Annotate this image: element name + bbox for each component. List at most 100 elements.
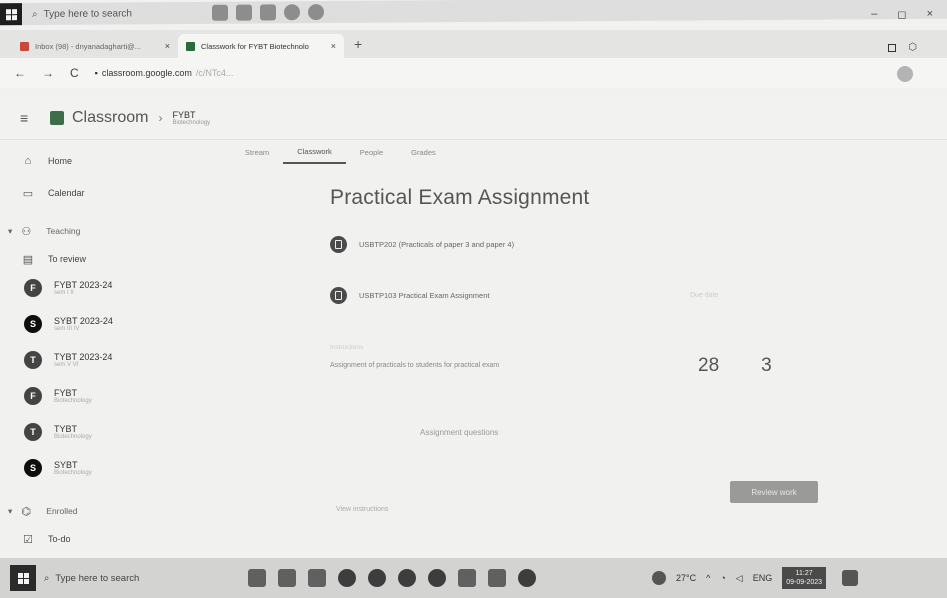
taskbar-search-placeholder: Type here to search [55, 572, 140, 584]
course-text: SYBT 2023-24 sem III IV [54, 316, 113, 332]
clock[interactable]: 11:27 09-09-2023 [782, 567, 827, 589]
folder-icon: ▤ [22, 253, 34, 266]
sidebar-course-item[interactable]: F FYBT 2023-24 sem I II [0, 270, 210, 306]
list-item[interactable]: USBTP103 Practical Exam Assignment [330, 287, 850, 304]
sidebar-course-item[interactable]: S SYBT Biotechnology [0, 450, 210, 486]
submission-counts: 28 3 [698, 355, 772, 377]
chevron-down-icon: ▾ [8, 225, 13, 236]
taskbar-search[interactable]: ⌕ Type here to search [32, 8, 172, 20]
file-explorer-icon[interactable] [278, 569, 296, 587]
notification-icon[interactable] [842, 570, 859, 586]
sidebar-item-label: Home [48, 156, 73, 166]
course-avatar: T [24, 351, 42, 369]
checklist-icon: ☑ [23, 533, 33, 546]
tab-inbox[interactable]: Inbox (98) - dnyanadagharti@... × [12, 34, 178, 58]
sidebar-item-home[interactable]: ⌂ Home [0, 150, 210, 172]
sidebar-section-teaching[interactable]: ▾ ⚇ Teaching [0, 220, 210, 242]
maximize-button[interactable]: ◻ [897, 8, 906, 21]
sidebar-section-label: Enrolled [46, 506, 78, 516]
tab-classwork[interactable]: Classwork [283, 140, 346, 164]
sidebar-course-item[interactable]: T TYBT Biotechnology [0, 414, 210, 450]
back-icon[interactable]: ← [14, 66, 26, 80]
classroom-logo-icon [50, 110, 64, 125]
clock-date: 09-09-2023 [786, 579, 823, 586]
sidebar-section-enrolled[interactable]: ▾ ⌬ Enrolled [0, 500, 210, 522]
close-icon[interactable]: × [331, 41, 336, 51]
tab-label: Inbox (98) - dnyanadagharti@... [35, 41, 142, 51]
sidebar-course-item[interactable]: S SYBT 2023-24 sem III IV [0, 306, 210, 342]
sidebar-section-label: Teaching [46, 226, 81, 236]
store-icon[interactable] [236, 4, 252, 21]
tab-classwork[interactable]: Classwork for FYBT Biotechnolo × [178, 34, 344, 58]
edge-icon[interactable] [368, 569, 386, 587]
opera-icon[interactable] [398, 569, 416, 587]
reload-icon[interactable]: C [70, 66, 79, 80]
sidebar-item-to-review[interactable]: ▤ To review [0, 248, 210, 270]
menu-icon[interactable]: ≡ [20, 110, 46, 126]
new-tab-button[interactable]: + [354, 36, 362, 52]
edge-icon[interactable] [308, 4, 324, 21]
view-instructions-link[interactable]: View instructions [336, 506, 388, 513]
list-item[interactable]: USBTP202 (Practicals of paper 3 and pape… [330, 236, 850, 253]
language-indicator[interactable]: ENG [753, 573, 773, 583]
course-name: SYBT [54, 460, 78, 470]
course-text: FYBT Biotechnology [54, 388, 92, 404]
mail-app-icon[interactable] [308, 569, 326, 587]
chrome-icon[interactable] [284, 4, 300, 21]
network-icon[interactable]: ◔ [720, 573, 725, 583]
course-text: TYBT Biotechnology [54, 424, 92, 440]
course-text: FYBT 2023-24 sem I II [54, 280, 112, 296]
tab-stream[interactable]: Stream [245, 140, 269, 164]
forward-icon[interactable]: → [42, 66, 54, 80]
start-button[interactable] [10, 565, 36, 591]
url-field[interactable]: ▪ classroom.google.com /c/NTc4... [95, 68, 234, 78]
course-sub: sem III IV [54, 326, 80, 332]
attachment-label[interactable]: Assignment questions [420, 428, 498, 437]
task-view-icon[interactable] [248, 569, 266, 587]
volume-icon[interactable]: ◁ [736, 573, 743, 584]
item-meta: Due date [690, 292, 719, 299]
close-button[interactable]: × [927, 8, 933, 21]
minimize-button[interactable]: – [871, 8, 877, 21]
tab-search-icon[interactable] [888, 43, 897, 52]
office-icon[interactable] [488, 569, 506, 587]
app-title[interactable]: Classroom [72, 109, 148, 127]
chrome-active-icon[interactable] [518, 569, 536, 587]
sidebar-item-calendar[interactable]: ▭ Calendar [0, 182, 210, 204]
start-button[interactable] [0, 3, 22, 26]
course-text: TYBT 2023-24 sem V VI [54, 352, 112, 368]
chrome-icon[interactable] [338, 569, 356, 587]
list-item-label: USBTP103 Practical Exam Assignment [359, 291, 490, 300]
course-text: SYBT Biotechnology [54, 460, 92, 476]
close-icon[interactable]: × [165, 41, 170, 51]
turned-in-count[interactable]: 28 [698, 355, 719, 377]
weather-icon[interactable] [652, 571, 666, 585]
classroom-header: ≡ Classroom › FYBT Biotechnology [0, 96, 947, 140]
course-name: FYBT [54, 388, 78, 398]
taskbar-apps [212, 4, 324, 21]
review-work-button[interactable]: Review work [730, 481, 818, 503]
file-explorer-icon[interactable] [212, 4, 228, 21]
chevron-up-icon[interactable]: ^ [706, 573, 710, 583]
taskbar-search[interactable]: ⌕ Type here to search [44, 573, 234, 584]
course-sub: sem V VI [54, 362, 79, 368]
tab-grades[interactable]: Grades [411, 140, 436, 164]
browser-icon[interactable] [428, 569, 446, 587]
sidebar-item-todo[interactable]: ☑ To-do [0, 528, 210, 550]
extension-icon[interactable]: ⬡ [908, 42, 917, 53]
breadcrumb-course[interactable]: FYBT Biotechnology [172, 110, 210, 126]
calendar-icon: ▭ [22, 187, 34, 200]
store-icon[interactable] [458, 569, 476, 587]
url-suffix: /c/NTc4... [195, 68, 234, 78]
browser-tab-strip: Inbox (98) - dnyanadagharti@... × Classw… [0, 30, 947, 58]
mail-app-icon[interactable] [260, 4, 276, 21]
sidebar-course-item[interactable]: F FYBT Biotechnology [0, 378, 210, 414]
sidebar-course-item[interactable]: T TYBT 2023-24 sem V VI [0, 342, 210, 378]
assigned-count[interactable]: 3 [761, 355, 772, 377]
taskbar-search-placeholder: Type here to search [43, 7, 132, 20]
profile-avatar-icon[interactable] [897, 66, 913, 82]
weather-temp[interactable]: 27°C [676, 573, 696, 583]
tab-people[interactable]: People [360, 140, 383, 164]
tab-label: Classwork for FYBT Biotechnolo [201, 41, 309, 51]
address-bar-row: ← → C ▪ classroom.google.com /c/NTc4... [0, 58, 947, 88]
